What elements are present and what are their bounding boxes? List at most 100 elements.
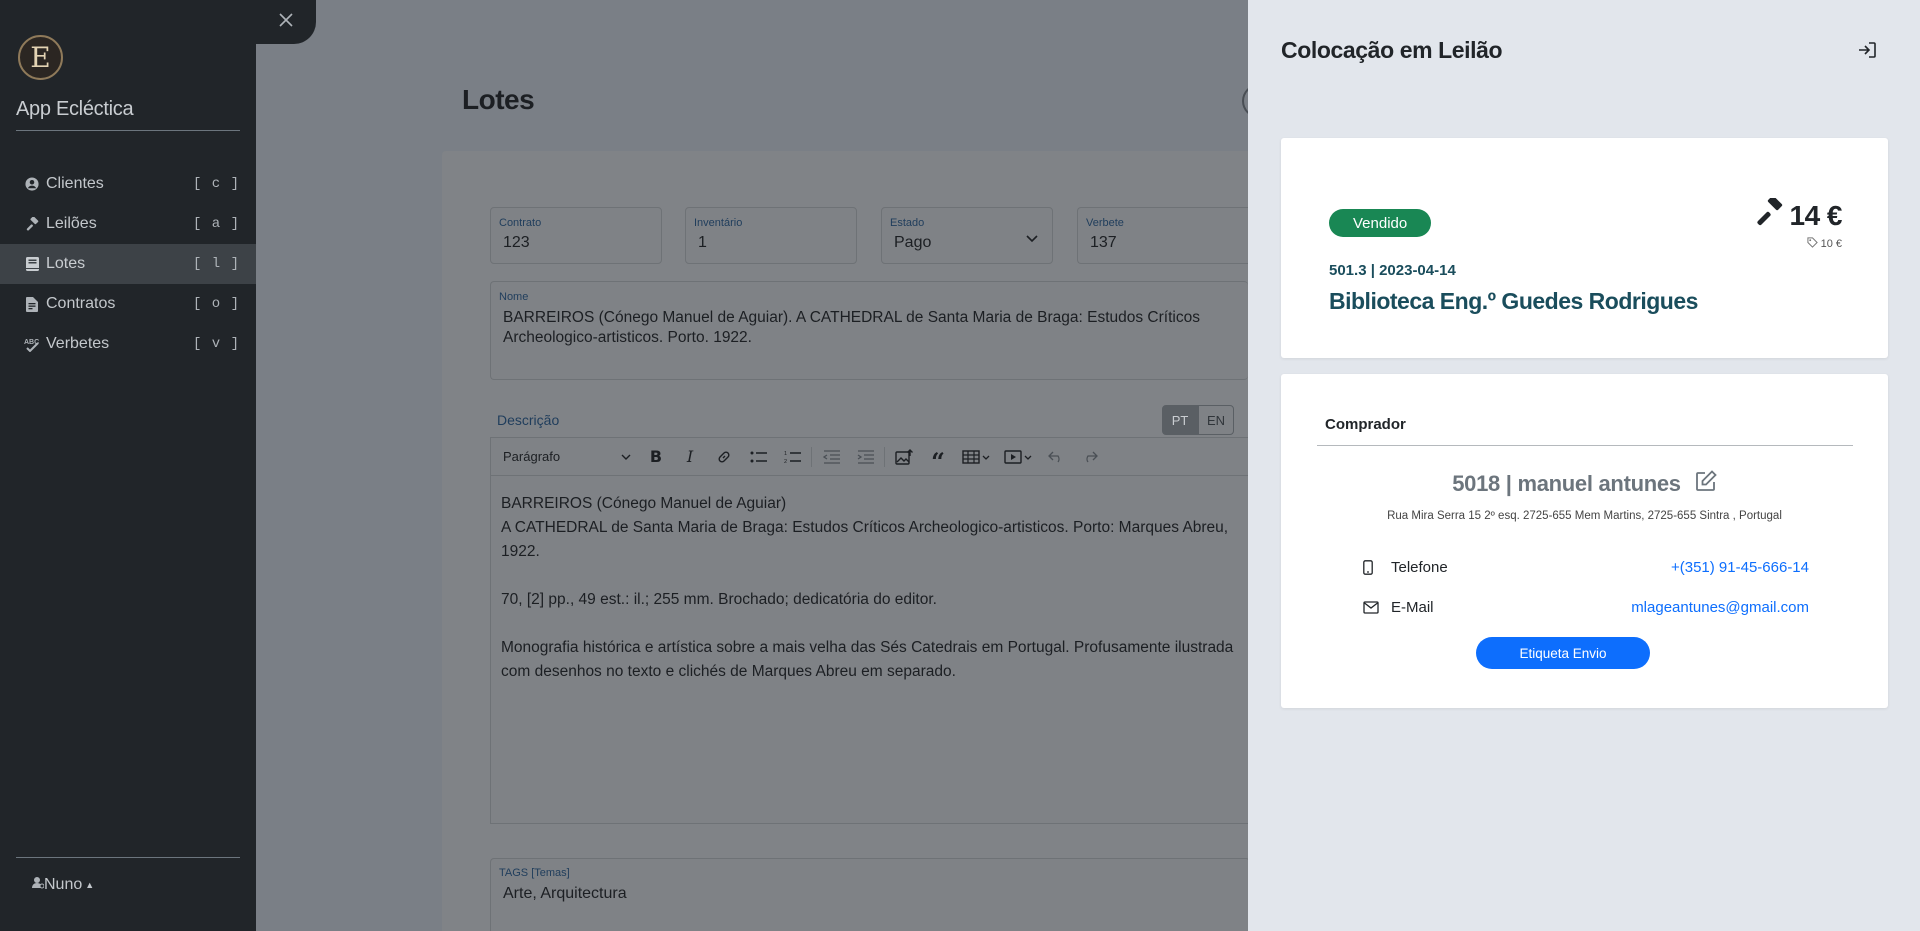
field-value: Pago [894,234,932,251]
editor-paragraph: Monografia histórica e artística sobre a… [501,639,1234,680]
sidebar-item-label: Contratos [46,295,116,312]
italic-icon[interactable]: I [673,447,707,466]
editor-paragraph: BARREIROS (Cónego Manuel de Aguiar) [501,495,787,512]
field-label: Verbete [1086,217,1124,229]
buyer-name-text: 5018 | manuel antunes [1452,471,1681,496]
hammer-price: 14 € [1756,195,1843,233]
buyer-address: Rua Mira Serra 15 2º esq. 2725-655 Mem M… [1387,510,1782,522]
verbete-field[interactable]: Verbete 137 [1077,207,1248,264]
chevron-down-icon [621,454,631,460]
nome-textarea[interactable]: Nome BARREIROS (Cónego Manuel de Aguiar)… [490,281,1248,380]
outdent-icon[interactable] [814,449,848,464]
rich-text-editor[interactable]: Parágrafo B I 12 “ BARREIROS (Cónego Man… [490,437,1250,824]
auction-name[interactable]: Biblioteca Eng.º Guedes Rodrigues [1329,288,1698,315]
field-value: 1 [698,234,707,251]
lot-reference: 501.3 | 2023-04-14 [1329,262,1456,279]
sidebar-nav: Clientes [ c ] Leilões [ a ] Lotes [ l ]… [0,164,256,364]
phone-row: Telefone +(351) 91-45-666-14 [1363,559,1809,576]
status-badge: Vendido [1329,209,1432,237]
undo-icon[interactable] [1039,451,1073,463]
email-row: E-Mail mlageantunes@gmail.com [1363,599,1809,616]
sidebar: E App Ecléctica Clientes [ c ] Leilões [… [0,0,256,931]
field-value: 137 [1090,234,1117,251]
page-title: Lotes [462,84,535,115]
editor-content[interactable]: BARREIROS (Cónego Manuel de Aguiar) A CA… [491,476,1249,724]
buyer-card: Comprador 5018 | manuel antunes Rua Mira… [1281,374,1888,708]
table-icon[interactable] [955,449,997,464]
user-name: Nuno [44,876,83,893]
lang-en-button[interactable]: EN [1198,405,1234,435]
shortcut-key: [ v ] [192,336,240,352]
shipping-label-button[interactable]: Etiqueta Envio [1476,637,1650,669]
inventario-field[interactable]: Inventário 1 [685,207,857,264]
caret-up-icon: ▲ [85,880,95,890]
blockquote-icon[interactable]: “ [921,447,955,473]
sign-in-icon[interactable] [1858,42,1876,63]
shortcut-key: [ o ] [192,296,240,312]
tags-field[interactable]: TAGS [Temas] Arte, Arquitectura [490,858,1250,931]
sidebar-item-clientes[interactable]: Clientes [ c ] [0,164,256,204]
shortcut-key: [ c ] [192,176,240,192]
gavel-icon [1756,195,1790,233]
sidebar-item-label: Leilões [46,215,97,232]
contrato-field[interactable]: Contrato 123 [490,207,662,264]
editor-paragraph: 70, [2] pp., 49 est.: il.; 255 mm. Broch… [501,591,937,608]
app-title: App Ecléctica [16,98,134,120]
field-label: Nome [499,291,529,303]
numbered-list-icon[interactable]: 12 [775,450,809,464]
phone-icon [1363,560,1381,575]
base-price: 10 € [1806,237,1842,251]
buyer-name: 5018 | manuel antunes [1281,470,1888,498]
sidebar-item-leiloes[interactable]: Leilões [ a ] [0,204,256,244]
language-toggle: PT EN [1162,405,1234,435]
bold-icon[interactable]: B [639,447,673,466]
field-label: TAGS [Temas] [499,867,570,879]
redo-icon[interactable] [1073,451,1107,463]
gavel-icon [24,216,40,232]
app-logo[interactable]: E [18,35,63,80]
buyer-heading: Comprador [1325,416,1406,433]
envelope-icon [1363,601,1381,614]
field-value: BARREIROS (Cónego Manuel de Aguiar). A C… [503,309,1200,346]
sidebar-item-verbetes[interactable]: ABC Verbetes [ v ] [0,324,256,364]
image-upload-icon[interactable] [887,448,921,465]
lang-pt-button[interactable]: PT [1162,405,1198,435]
book-icon [24,256,40,272]
field-label: Contrato [499,217,542,229]
phone-label: Telefone [1391,559,1448,576]
contract-icon [24,296,40,312]
price-value: 14 € [1789,199,1843,231]
svg-text:2: 2 [784,459,787,464]
shortcut-key: [ l ] [192,256,240,272]
chevron-down-icon [1026,230,1038,248]
lot-status-card: Vendido 14 € 10 € 501.3 | 2023-04-14 Bib… [1281,138,1888,358]
email-label: E-Mail [1391,599,1434,616]
user-icon [32,876,45,894]
sidebar-item-lotes[interactable]: Lotes [ l ] [0,244,256,284]
paragraph-format-select[interactable]: Parágrafo [503,449,631,464]
estado-select[interactable]: Estado Pago [881,207,1053,264]
sidebar-item-contratos[interactable]: Contratos [ o ] [0,284,256,324]
user-circle-icon [24,176,40,192]
toolbar-separator [811,446,812,467]
phone-link[interactable]: +(351) 91-45-666-14 [1671,559,1809,576]
bulleted-list-icon[interactable] [741,450,775,464]
shortcut-key: [ a ] [192,216,240,232]
media-embed-icon[interactable] [997,449,1039,464]
tag-icon [1806,237,1821,251]
email-link[interactable]: mlageantunes@gmail.com [1631,599,1809,616]
divider [16,857,240,858]
field-value: 123 [503,234,530,251]
indent-icon[interactable] [848,449,882,464]
editor-toolbar: Parágrafo B I 12 “ [491,438,1249,476]
editor-paragraph: A CATHEDRAL de Santa Maria de Braga: Est… [501,519,1229,560]
panel-title: Colocação em Leilão [1281,37,1503,63]
format-label: Parágrafo [503,449,561,464]
edit-icon[interactable] [1681,470,1717,498]
base-price-value: 10 € [1820,238,1842,250]
sidebar-item-label: Verbetes [46,335,110,352]
divider [1317,445,1853,446]
sidebar-item-label: Clientes [46,175,104,192]
link-icon[interactable] [707,449,741,465]
user-menu[interactable]: Nuno ▲ [32,876,94,894]
